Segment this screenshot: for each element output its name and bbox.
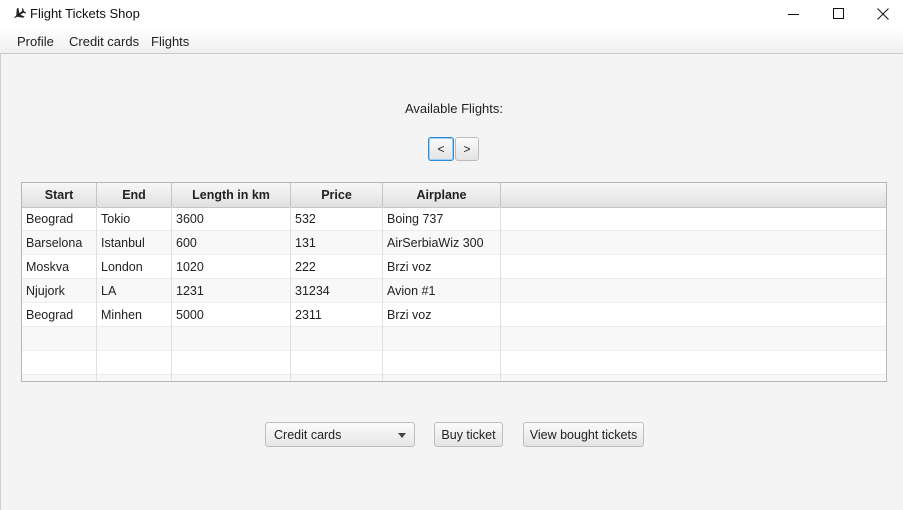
column-header-end[interactable]: End xyxy=(97,183,172,207)
table-row[interactable]: Moskva London 1020 222 Brzi voz xyxy=(22,255,886,279)
column-header-start[interactable]: Start xyxy=(22,183,97,207)
empty-cell xyxy=(291,351,383,375)
cell-price: 2311 xyxy=(291,303,383,327)
chevron-down-icon xyxy=(398,433,406,438)
available-flights-heading: Available Flights: xyxy=(404,101,504,116)
empty-cell xyxy=(97,351,172,375)
next-page-button[interactable]: > xyxy=(455,137,479,161)
empty-cell xyxy=(22,351,97,375)
cell-length: 600 xyxy=(172,231,291,255)
window-title: Flight Tickets Shop xyxy=(30,6,140,21)
maximize-icon xyxy=(833,8,844,19)
maximize-button[interactable] xyxy=(816,0,862,28)
cell-airplane: Avion #1 xyxy=(383,279,501,303)
cell-price: 532 xyxy=(291,207,383,231)
cell-end: LA xyxy=(97,279,172,303)
column-header-airplane[interactable]: Airplane xyxy=(383,183,501,207)
empty-cell xyxy=(291,375,383,381)
minimize-button[interactable] xyxy=(771,0,817,28)
cell-price: 31234 xyxy=(291,279,383,303)
credit-card-select[interactable]: Credit cards xyxy=(265,422,415,447)
empty-cell xyxy=(383,375,501,381)
empty-cell xyxy=(291,327,383,351)
cell-end: London xyxy=(97,255,172,279)
title-bar: Flight Tickets Shop xyxy=(0,0,903,28)
empty-cell xyxy=(383,327,501,351)
empty-cell xyxy=(172,375,291,381)
cell-length: 1231 xyxy=(172,279,291,303)
cell-length: 1020 xyxy=(172,255,291,279)
airplane-icon xyxy=(13,7,26,19)
cell-airplane: Boing 737 xyxy=(383,207,501,231)
cell-end: Tokio xyxy=(97,207,172,231)
menu-flights[interactable]: Flights xyxy=(151,34,189,49)
empty-cell xyxy=(97,375,172,381)
cell-start: Beograd xyxy=(22,303,97,327)
cell-start: Njujork xyxy=(22,279,97,303)
credit-card-select-value: Credit cards xyxy=(274,428,342,442)
window-border xyxy=(0,53,1,510)
cell-airplane: Brzi voz xyxy=(383,303,501,327)
menu-bar: Profile Credit cards Flights xyxy=(0,28,903,54)
cell-price: 222 xyxy=(291,255,383,279)
cell-price: 131 xyxy=(291,231,383,255)
table-header: Start End Length in km Price Airplane xyxy=(22,183,886,208)
empty-cell xyxy=(383,351,501,375)
cell-start: Barselona xyxy=(22,231,97,255)
empty-cell xyxy=(172,351,291,375)
menu-profile[interactable]: Profile xyxy=(17,34,54,49)
empty-table-row xyxy=(22,327,886,351)
buy-ticket-button[interactable]: Buy ticket xyxy=(434,422,503,447)
close-icon xyxy=(877,8,889,20)
empty-cell xyxy=(172,327,291,351)
cell-end: Istanbul xyxy=(97,231,172,255)
view-bought-tickets-button[interactable]: View bought tickets xyxy=(523,422,644,447)
cell-airplane: Brzi voz xyxy=(383,255,501,279)
menu-credit-cards[interactable]: Credit cards xyxy=(69,34,139,49)
minimize-icon xyxy=(788,14,799,15)
cell-end: Minhen xyxy=(97,303,172,327)
table-row[interactable]: Beograd Tokio 3600 532 Boing 737 xyxy=(22,207,886,231)
empty-table-row xyxy=(22,351,886,375)
empty-table-row xyxy=(22,375,886,381)
close-button[interactable] xyxy=(860,0,903,28)
table-row[interactable]: Njujork LA 1231 31234 Avion #1 xyxy=(22,279,886,303)
cell-airplane: AirSerbiaWiz 300 xyxy=(383,231,501,255)
cell-length: 5000 xyxy=(172,303,291,327)
table-row[interactable]: Beograd Minhen 5000 2311 Brzi voz xyxy=(22,303,886,327)
empty-cell xyxy=(97,327,172,351)
empty-cell xyxy=(22,327,97,351)
cell-start: Moskva xyxy=(22,255,97,279)
table-row[interactable]: Barselona Istanbul 600 131 AirSerbiaWiz … xyxy=(22,231,886,255)
cell-start: Beograd xyxy=(22,207,97,231)
cell-length: 3600 xyxy=(172,207,291,231)
flights-table: Start End Length in km Price Airplane Be… xyxy=(21,182,887,382)
column-header-price[interactable]: Price xyxy=(291,183,383,207)
empty-cell xyxy=(22,375,97,381)
previous-page-button[interactable]: < xyxy=(428,137,454,161)
column-header-length[interactable]: Length in km xyxy=(172,183,291,207)
